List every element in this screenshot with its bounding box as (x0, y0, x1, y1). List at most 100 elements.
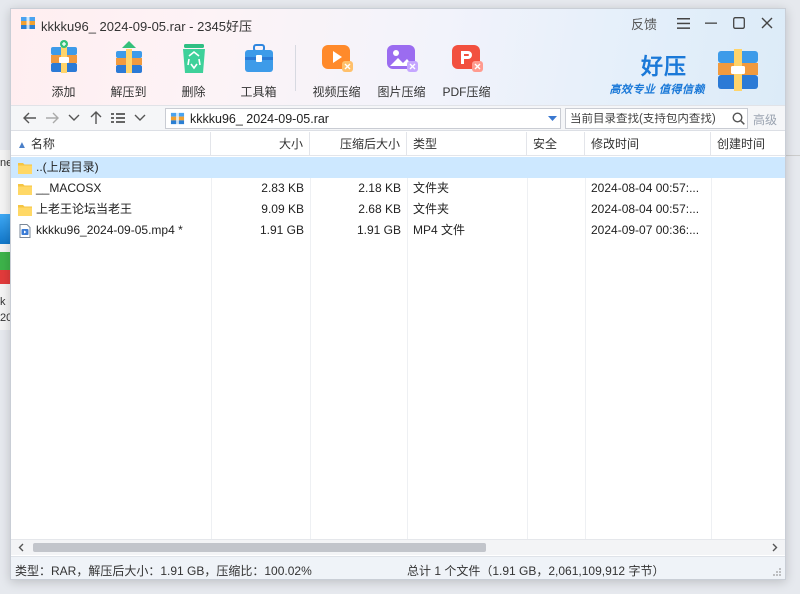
column-header-modified[interactable]: 修改时间 (585, 132, 711, 156)
table-row-video-file[interactable]: kkkku96_2024-09-05.mp4 * 1.91 GB 1.91 GB… (11, 220, 785, 241)
chevron-down-icon (134, 114, 146, 121)
feedback-link[interactable]: 反馈 (631, 14, 657, 33)
total-info-text: 总计 1 个文件（1.91 GB，2,061,109,912 字节） (407, 564, 665, 578)
extract-to-button[interactable]: 解压到 (96, 39, 161, 101)
back-button[interactable] (19, 107, 41, 129)
row-type: MP4 文件 (413, 223, 466, 237)
pdf-compress-button[interactable]: PDF压缩 (434, 39, 499, 101)
background-window-edge (786, 140, 800, 156)
video-compress-icon (321, 45, 353, 72)
forward-button[interactable] (41, 107, 63, 129)
horizontal-scrollbar[interactable] (11, 539, 785, 555)
close-icon (761, 17, 773, 29)
folder-icon (18, 162, 32, 174)
file-list: ▲ 名称 大小 压缩后大小 类型 安全 修改时间 创建时间 ..(上层目录) _… (11, 132, 785, 540)
row-size: 2.83 KB (261, 181, 304, 195)
view-mode-button[interactable] (107, 107, 129, 129)
background-app-icon (0, 214, 10, 244)
table-header: ▲ 名称 大小 压缩后大小 类型 安全 修改时间 创建时间 (11, 132, 785, 156)
column-header-security[interactable]: 安全 (527, 132, 585, 156)
search-button[interactable] (729, 112, 747, 125)
background-app-icon (0, 270, 10, 284)
row-packed-size: 1.91 GB (356, 223, 401, 237)
rar-archive-icon (170, 111, 185, 126)
minimize-button[interactable] (697, 11, 725, 35)
caret-down-icon (547, 115, 557, 121)
maximize-button[interactable] (725, 11, 753, 35)
row-created (711, 157, 785, 178)
column-header-type[interactable]: 类型 (407, 132, 527, 156)
table-row-parent-directory[interactable]: ..(上层目录) (11, 157, 785, 178)
folder-icon (18, 183, 32, 195)
pdf-compress-label: PDF压缩 (442, 85, 491, 99)
video-compress-button[interactable]: 视频压缩 (304, 39, 369, 101)
resize-grip-icon[interactable] (772, 567, 782, 577)
toolbar-divider (295, 45, 296, 91)
row-packed-size: 2.18 KB (358, 181, 401, 195)
scrollbar-thumb[interactable] (33, 543, 486, 552)
brand-name: 好压 (640, 55, 687, 80)
add-button[interactable]: 添加 (31, 39, 96, 101)
column-header-created[interactable]: 创建时间 (711, 132, 785, 156)
row-size: 9.09 KB (261, 202, 304, 216)
close-button[interactable] (753, 11, 781, 35)
extract-to-label: 解压到 (110, 85, 147, 99)
row-size (211, 157, 310, 178)
scroll-right-button[interactable] (767, 540, 783, 555)
row-name: 上老王论坛当老王 (36, 202, 133, 216)
menu-button[interactable] (669, 11, 697, 35)
chevron-left-icon (18, 543, 24, 552)
row-security (527, 199, 585, 220)
video-compress-label: 视频压缩 (312, 85, 361, 99)
row-security (527, 157, 585, 178)
row-type (407, 157, 527, 178)
view-mode-dropdown-button[interactable] (129, 107, 151, 129)
scroll-left-button[interactable] (13, 540, 29, 555)
path-field[interactable]: kkkku96_ 2024-09-05.rar (165, 108, 561, 129)
advanced-search-link[interactable]: 高级 (753, 111, 777, 128)
row-packed-size (310, 157, 407, 178)
chevron-right-icon (772, 543, 778, 552)
row-name: __MACOSX (36, 181, 102, 195)
row-name: ..(上层目录) (36, 160, 99, 174)
address-bar: kkkku96_ 2024-09-05.rar 高级 (11, 105, 785, 131)
status-bar: 类型：RAR，解压后大小：1.91 GB，压缩比：100.02% 总计 1 个文… (11, 556, 785, 579)
path-text: kkkku96_ 2024-09-05.rar (190, 111, 329, 126)
table-row-macosx[interactable]: __MACOSX 2.83 KB 2.18 KB 文件夹 2024-08-04 … (11, 178, 785, 199)
row-modified: 2024-08-04 00:57:... (591, 181, 700, 195)
image-compress-button[interactable]: 图片压缩 (369, 39, 434, 101)
chevron-down-icon (68, 114, 80, 121)
table-body: ..(上层目录) __MACOSX 2.83 KB 2.18 KB 文件夹 20… (11, 157, 785, 241)
brand-area: 好压 高效专业 值得信赖 (583, 43, 763, 99)
window-header: kkkku96_ 2024-09-05.rar - 2345好压 反馈 添加 解… (11, 9, 785, 105)
up-level-button[interactable] (85, 107, 107, 129)
delete-recycle-icon (182, 44, 205, 73)
extract-to-icon (115, 41, 142, 73)
search-icon (731, 112, 745, 125)
arrow-left-icon (23, 112, 36, 124)
path-dropdown-button[interactable] (544, 115, 560, 122)
image-compress-label: 图片压缩 (377, 85, 426, 99)
toolbox-button[interactable]: 工具箱 (226, 39, 291, 101)
image-compress-icon (386, 45, 418, 72)
search-input[interactable] (566, 112, 729, 125)
title-bar[interactable]: kkkku96_ 2024-09-05.rar - 2345好压 反馈 (11, 9, 785, 37)
maximize-icon (733, 17, 745, 29)
pdf-compress-icon (451, 45, 483, 72)
row-modified: 2024-09-07 00:36:... (591, 223, 700, 237)
row-type: 文件夹 (413, 181, 450, 195)
toolbox-icon (244, 44, 273, 72)
delete-button[interactable]: 删除 (161, 39, 226, 101)
history-dropdown-button[interactable] (63, 107, 85, 129)
archive-info-text: 类型：RAR，解压后大小：1.91 GB，压缩比：100.02% (15, 564, 312, 578)
add-archive-icon (50, 40, 77, 73)
hamburger-menu-icon (676, 17, 690, 29)
main-toolbar: 添加 解压到 删除 工具箱 视频压缩 图片压缩 PDF压缩 (31, 39, 499, 101)
brand-logo-icon (718, 49, 758, 91)
app-logo-icon (21, 16, 35, 30)
column-header-size[interactable]: 大小 (211, 132, 310, 156)
column-header-packed-size[interactable]: 压缩后大小 (310, 132, 407, 156)
table-row-folder[interactable]: 上老王论坛当老王 9.09 KB 2.68 KB 文件夹 2024-08-04 … (11, 199, 785, 220)
column-header-name[interactable]: ▲ 名称 (11, 132, 211, 156)
minimize-icon (705, 22, 717, 24)
